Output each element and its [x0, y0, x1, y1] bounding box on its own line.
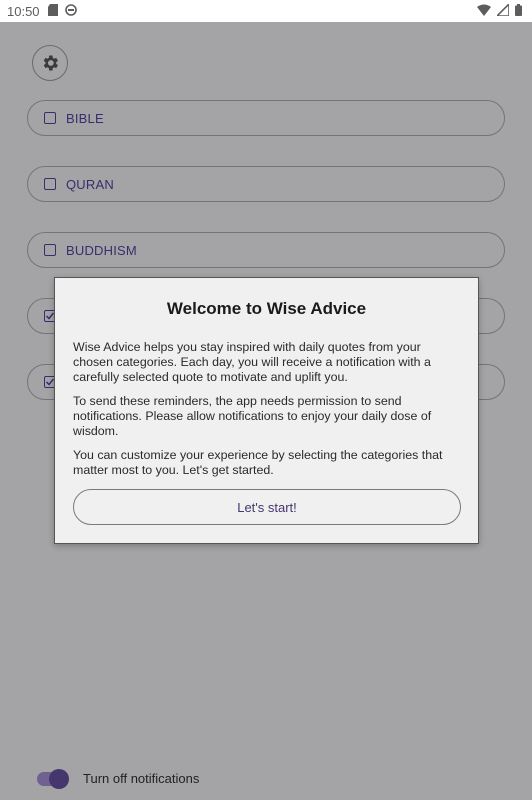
welcome-dialog: Welcome to Wise Advice Wise Advice helps… — [54, 277, 479, 544]
battery-icon — [515, 4, 522, 16]
switch-thumb[interactable] — [49, 768, 69, 789]
dialog-paragraph: Wise Advice helps you stay inspired with… — [73, 340, 431, 384]
notifications-toggle-label: Turn off notifications — [83, 771, 200, 786]
checkbox-icon[interactable] — [44, 178, 56, 190]
settings-button[interactable] — [32, 45, 68, 81]
dialog-body: Wise Advice helps you stay inspired with… — [73, 340, 463, 487]
gear-icon — [43, 55, 58, 71]
category-bible[interactable]: BIBLE — [27, 100, 505, 136]
notifications-toggle-row[interactable]: Turn off notifications — [37, 768, 200, 789]
category-buddhism[interactable]: BUDDHISM — [27, 232, 505, 268]
checkbox-icon[interactable] — [44, 244, 56, 256]
dialog-title: Welcome to Wise Advice — [166, 299, 367, 318]
checkbox-icon[interactable] — [44, 112, 56, 124]
status-time: 10:50 — [7, 4, 40, 19]
category-label: BIBLE — [66, 110, 104, 126]
lets-start-button[interactable]: Let's start! — [73, 489, 461, 525]
signal-icon — [497, 4, 509, 16]
dialog-paragraph: You can customize your experience by sel… — [73, 448, 443, 477]
sd-card-icon — [48, 4, 58, 16]
category-quran[interactable]: QURAN — [27, 166, 505, 202]
category-label: BUDDHISM — [66, 242, 137, 258]
category-label: QURAN — [66, 176, 114, 192]
status-bar: 10:50 — [0, 0, 532, 22]
wifi-icon — [477, 4, 491, 16]
notifications-switch[interactable] — [37, 768, 69, 789]
dialog-paragraph: To send these reminders, the app needs p… — [73, 394, 432, 438]
sync-icon — [65, 4, 77, 16]
